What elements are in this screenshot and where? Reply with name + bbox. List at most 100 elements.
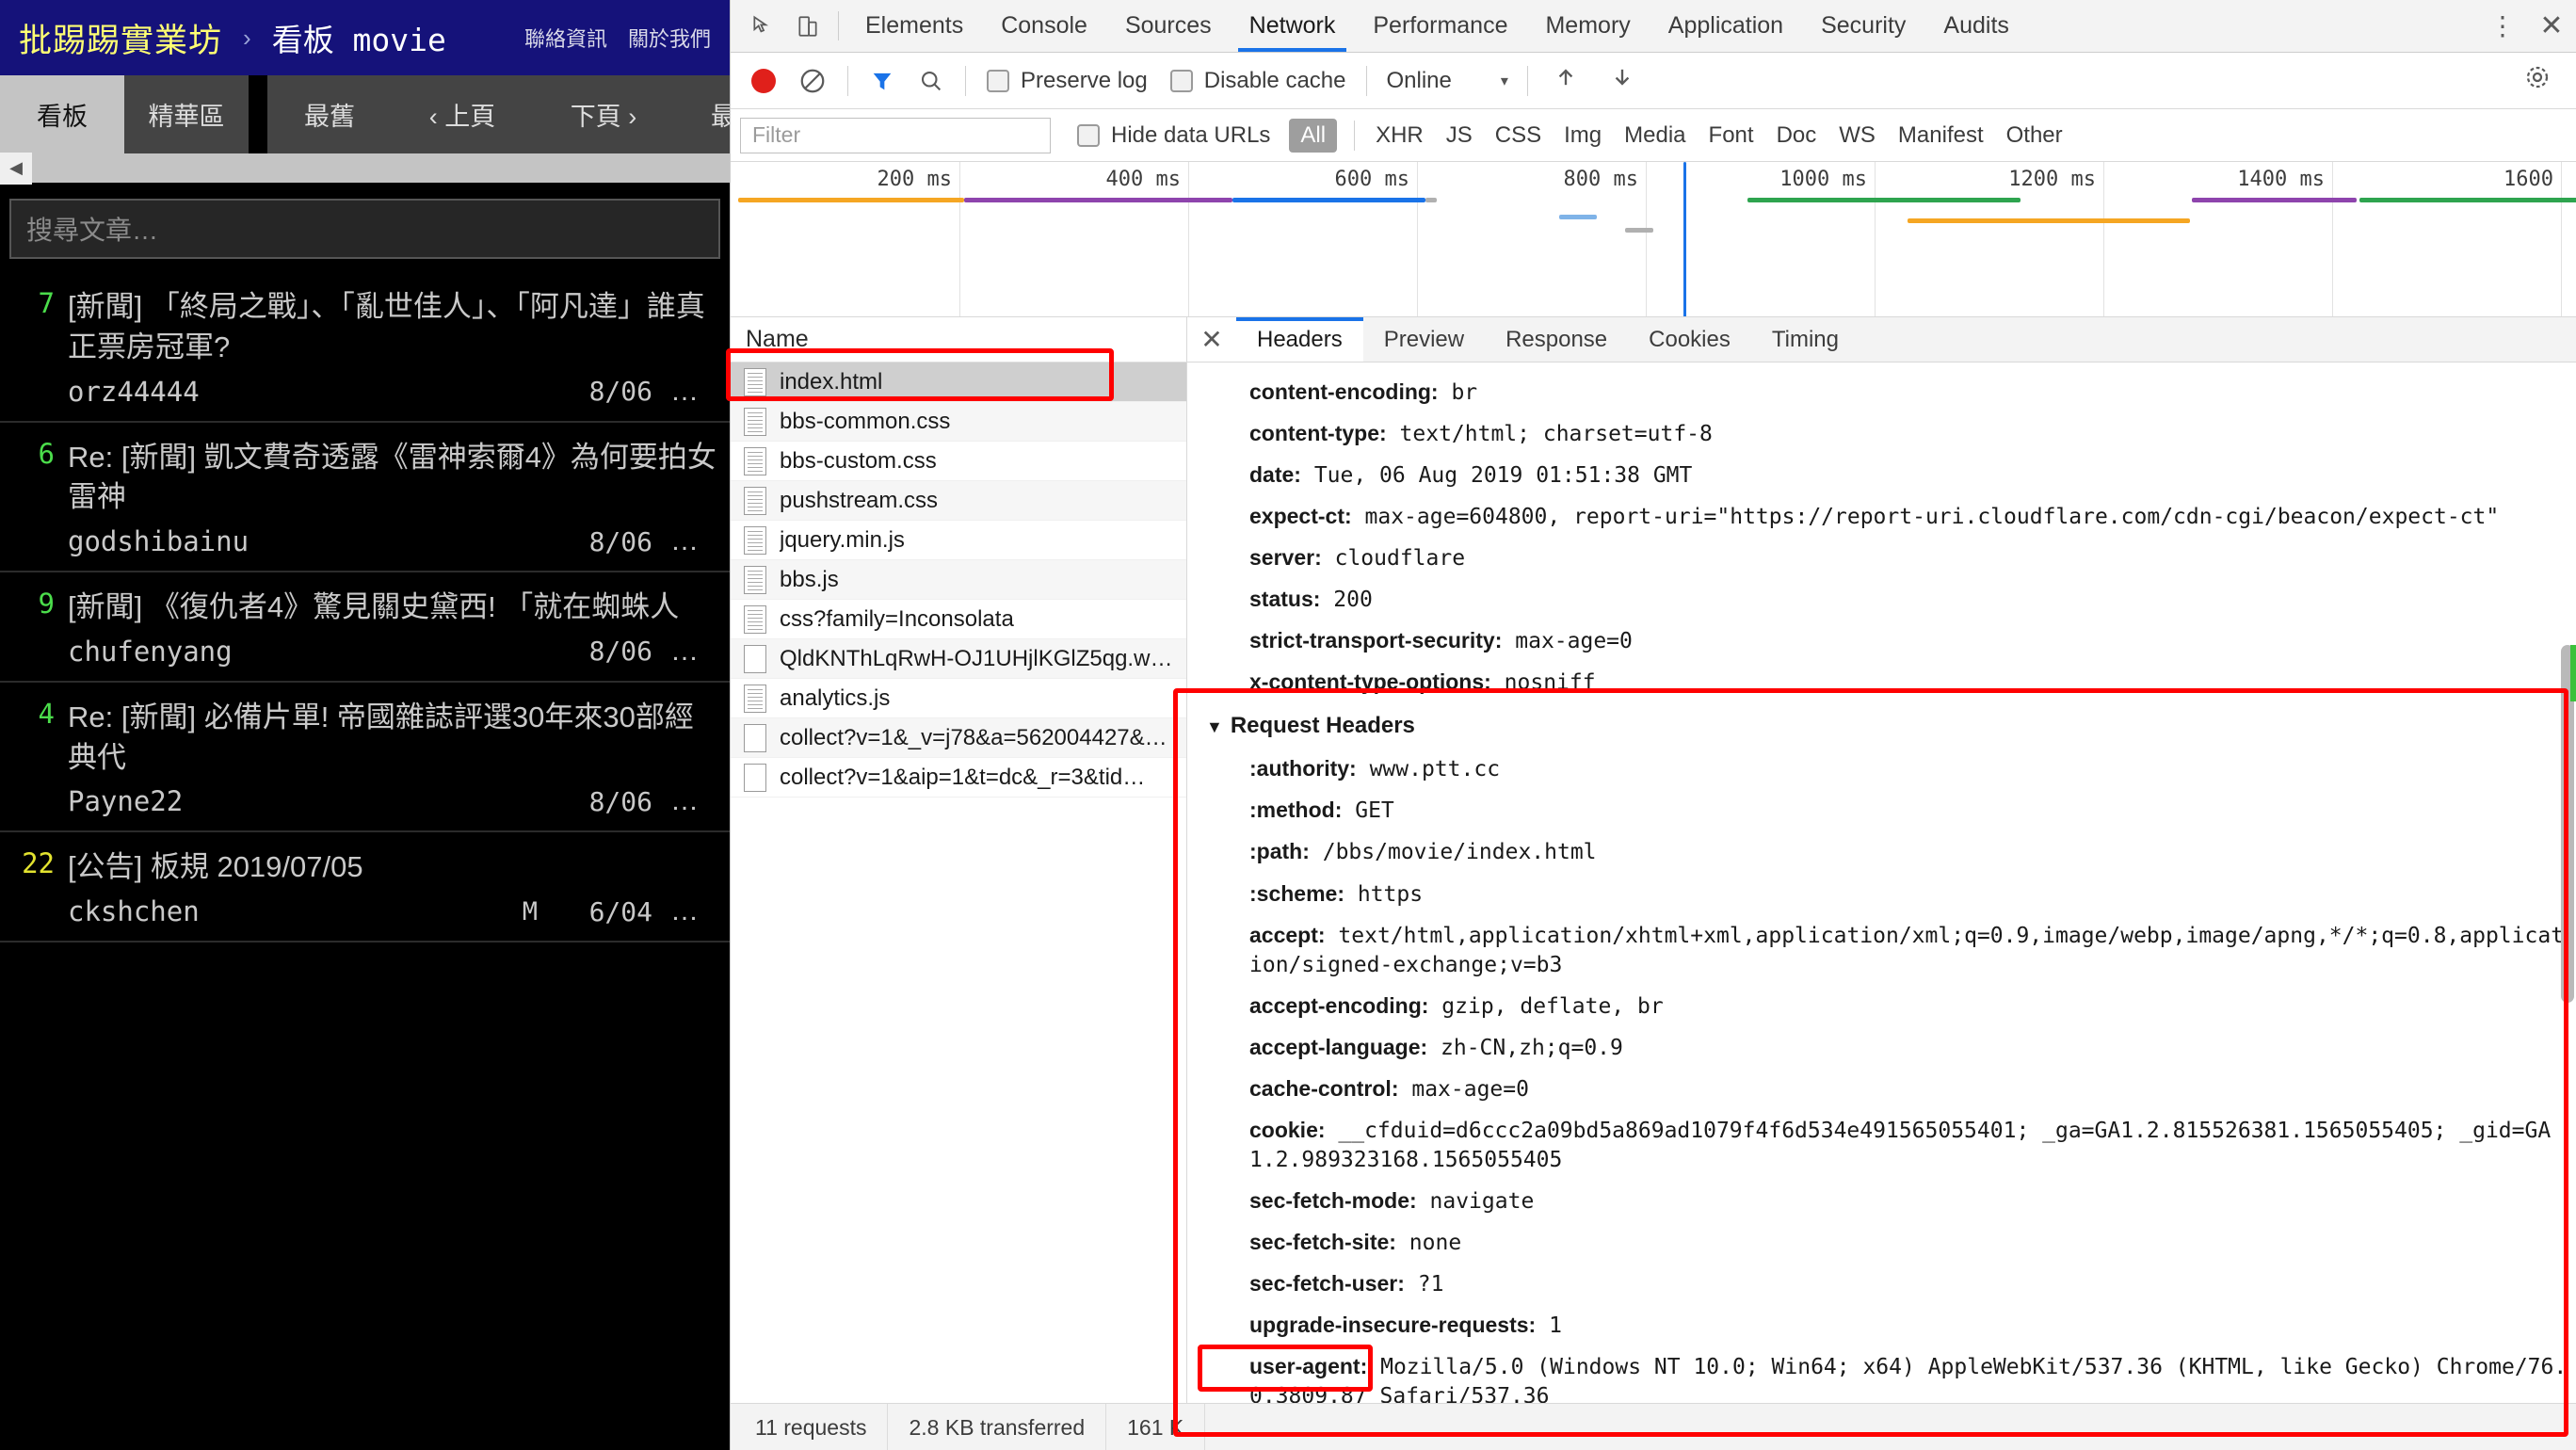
ptt-topbar: 批踢踢實業坊 › 看板 movie 聯絡資訊 關於我們	[0, 0, 730, 75]
ptt-brand-link[interactable]: 批踢踢實業坊	[19, 14, 222, 62]
header-key: sec-fetch-site:	[1249, 1229, 1396, 1254]
list-item[interactable]: 22 [公告] 板規 2019/07/05 ckshchen M 6/04 …	[0, 832, 730, 943]
record-button[interactable]	[740, 68, 787, 93]
article-more-icon[interactable]: …	[652, 895, 718, 927]
export-har-icon[interactable]	[1594, 64, 1650, 97]
table-row[interactable]: index.html	[731, 362, 1186, 402]
article-title[interactable]: Re: [新聞] 必備片單! 帝國雜誌評選30年來30部經典代	[68, 698, 718, 779]
article-more-icon[interactable]: …	[652, 785, 718, 817]
table-row[interactable]: bbs-custom.css	[731, 442, 1186, 481]
filter-type-other[interactable]: Other	[1995, 122, 2074, 149]
import-har-icon[interactable]	[1538, 64, 1594, 97]
table-row[interactable]: QldKNThLqRwH-OJ1UHjlKGlZ5qg.wo…	[731, 639, 1186, 679]
status-resources: 161 K	[1106, 1403, 1206, 1450]
nav-newest[interactable]: 最新	[674, 75, 730, 153]
filter-type-js[interactable]: JS	[1435, 122, 1484, 149]
tab-network[interactable]: Network	[1231, 0, 1355, 52]
list-item[interactable]: 6 Re: [新聞] 凱文費奇透露《雷神索爾4》為何要拍女雷神 godshiba…	[0, 423, 730, 573]
tab-memory[interactable]: Memory	[1526, 0, 1649, 52]
nav-digest[interactable]: 精華區	[124, 75, 249, 153]
header-row: content-type: text/html; charset=utf-8	[1187, 413, 2576, 455]
nav-gap	[249, 75, 267, 153]
column-header-name[interactable]: Name	[731, 317, 1186, 362]
filter-type-media[interactable]: Media	[1613, 122, 1697, 149]
filter-type-xhr[interactable]: XHR	[1364, 122, 1435, 149]
tab-headers[interactable]: Headers	[1236, 317, 1363, 362]
ptt-horizontal-scrollbar[interactable]: ◀	[0, 152, 730, 185]
tab-preview[interactable]: Preview	[1362, 317, 1486, 362]
scroll-track[interactable]	[32, 154, 730, 182]
table-row[interactable]: analytics.js	[731, 679, 1186, 718]
tab-cookies[interactable]: Cookies	[1628, 317, 1751, 362]
table-row[interactable]: pushstream.css	[731, 481, 1186, 521]
toolbar-divider	[1366, 65, 1368, 96]
article-title[interactable]: [公告] 板規 2019/07/05	[68, 847, 718, 888]
search-button[interactable]	[907, 68, 956, 94]
inspect-element-icon[interactable]	[740, 0, 785, 52]
request-name: bbs.js	[780, 566, 839, 592]
clear-button[interactable]	[787, 67, 838, 95]
tab-timing[interactable]: Timing	[1750, 317, 1860, 362]
header-value: text/html; charset=utf-8	[1399, 422, 1713, 447]
tab-application[interactable]: Application	[1650, 0, 1802, 52]
filter-type-ws[interactable]: WS	[1827, 122, 1887, 149]
device-toolbar-icon[interactable]	[785, 0, 830, 52]
link-about-us[interactable]: 關於我們	[628, 23, 711, 53]
list-item[interactable]: 4 Re: [新聞] 必備片單! 帝國雜誌評選30年來30部經典代 Payne2…	[0, 683, 730, 833]
network-overview-timeline[interactable]: 200 ms 400 ms 600 ms 800 ms 1000 ms 1200…	[731, 162, 2576, 317]
close-icon[interactable]: ✕	[1187, 317, 1236, 362]
close-icon[interactable]: ✕	[2527, 0, 2576, 53]
list-item[interactable]: 9 [新聞] 《復仇者4》驚見關史黛西! 「就在蜘蛛人 chufenyang 8…	[0, 572, 730, 683]
tab-elements[interactable]: Elements	[846, 0, 982, 52]
filter-type-all[interactable]: All	[1289, 118, 1338, 153]
request-headers-section-title[interactable]: ▼ Request Headers	[1187, 703, 2576, 749]
filter-type-manifest[interactable]: Manifest	[1887, 122, 1995, 149]
hide-data-urls-checkbox[interactable]: Hide data URLs	[1066, 122, 1281, 149]
table-row[interactable]: bbs.js	[731, 560, 1186, 600]
article-more-icon[interactable]: …	[652, 525, 718, 557]
tab-console[interactable]: Console	[982, 0, 1106, 52]
scroll-left-arrow-icon[interactable]: ◀	[0, 152, 32, 185]
article-title[interactable]: [新聞] 《復仇者4》驚見關史黛西! 「就在蜘蛛人	[68, 588, 718, 628]
throttling-select[interactable]: Online ▾	[1377, 68, 1517, 94]
filter-type-css[interactable]: CSS	[1484, 122, 1553, 149]
disable-cache-checkbox[interactable]: Disable cache	[1159, 68, 1358, 94]
table-row[interactable]: collect?v=1&aip=1&t=dc&_r=3&tid…	[731, 758, 1186, 798]
filter-type-font[interactable]: Font	[1698, 122, 1765, 149]
nav-prev-page[interactable]: ‹ 上頁	[392, 75, 533, 153]
search-input[interactable]: 搜尋文章…	[9, 199, 720, 259]
table-row[interactable]: collect?v=1&_v=j78&a=562004427&…	[731, 718, 1186, 758]
clear-icon	[800, 69, 825, 92]
tab-performance[interactable]: Performance	[1354, 0, 1526, 52]
article-more-icon[interactable]: …	[652, 636, 718, 668]
request-list[interactable]: index.html bbs-common.css bbs-custom.css…	[731, 362, 1186, 1403]
filter-input[interactable]: Filter	[740, 117, 1051, 153]
filter-type-doc[interactable]: Doc	[1765, 122, 1828, 149]
header-key: :path:	[1249, 839, 1310, 864]
tab-sources[interactable]: Sources	[1106, 0, 1231, 52]
link-contact-info[interactable]: 聯絡資訊	[524, 23, 607, 53]
preserve-log-checkbox[interactable]: Preserve log	[975, 68, 1159, 94]
header-key: cookie:	[1249, 1117, 1326, 1142]
tab-response[interactable]: Response	[1485, 317, 1629, 362]
vertical-scrollbar[interactable]	[2561, 362, 2574, 1403]
nav-board[interactable]: 看板	[0, 75, 124, 153]
headers-content[interactable]: content-encoding: br content-type: text/…	[1187, 362, 2576, 1403]
header-value: 1	[1549, 1313, 1562, 1339]
tab-audits[interactable]: Audits	[1924, 0, 2027, 52]
filter-type-img[interactable]: Img	[1553, 122, 1613, 149]
tab-security[interactable]: Security	[1802, 0, 1924, 52]
kebab-menu-icon[interactable]: ⋮	[2478, 0, 2527, 53]
table-row[interactable]: bbs-common.css	[731, 402, 1186, 442]
article-title[interactable]: [新聞] 「終局之戰」、「亂世佳人」、「阿凡達」誰真正票房冠軍?	[68, 287, 718, 368]
ptt-board-name[interactable]: 看板 movie	[272, 15, 446, 60]
nav-oldest[interactable]: 最舊	[267, 75, 392, 153]
list-item[interactable]: 7 [新聞] 「終局之戰」、「亂世佳人」、「阿凡達」誰真正票房冠軍? orz44…	[0, 272, 730, 423]
nav-next-page[interactable]: 下頁 ›	[533, 75, 674, 153]
article-title[interactable]: Re: [新聞] 凱文費奇透露《雷神索爾4》為何要拍女雷神	[68, 438, 718, 519]
table-row[interactable]: jquery.min.js	[731, 521, 1186, 560]
gear-icon[interactable]	[2508, 63, 2567, 99]
article-more-icon[interactable]: …	[652, 376, 718, 408]
filter-button[interactable]	[858, 68, 907, 94]
table-row[interactable]: css?family=Inconsolata	[731, 600, 1186, 639]
